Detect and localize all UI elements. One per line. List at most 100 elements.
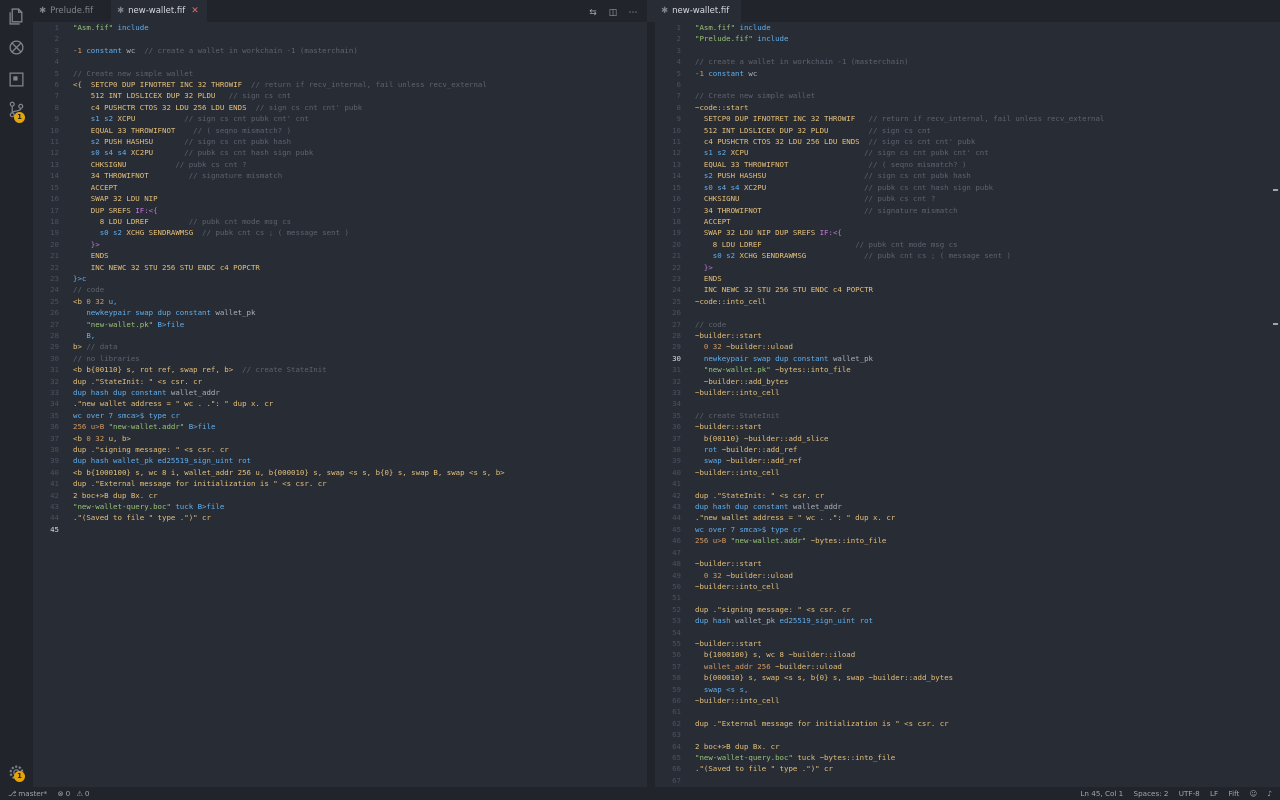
code-line[interactable]: 48 ~builder::start [655,558,1280,569]
code-line[interactable]: 39 dup hash wallet_pk ed25519_sign_uint r… [33,455,647,466]
code-line[interactable]: 30 // no libraries [33,353,647,364]
code-line[interactable]: 28 B, [33,330,647,341]
right-code-editor[interactable]: 1 "Asm.fif" include 2 "Prelude.fif" include… [655,22,1280,787]
code-line[interactable]: 3 -1 constant wc // create a wallet in wo… [33,45,647,56]
code-line[interactable]: 37 b{00110} ~builder::add_slice [655,433,1280,444]
branch-name[interactable]: master* [18,789,47,798]
code-line[interactable]: 41 [655,478,1280,489]
code-line[interactable]: 31 "new-wallet.pk" ~bytes::into_file [655,364,1280,375]
code-line[interactable]: 2 [33,33,647,44]
code-line[interactable]: 30 newkeypair swap dup constant wallet_p… [655,353,1280,364]
code-line[interactable]: 55 ~builder::start [655,638,1280,649]
feedback-icon[interactable]: ☺ [1250,789,1258,798]
code-line[interactable]: 44 ."new wallet address = " wc . .": " du… [655,512,1280,523]
code-line[interactable]: 38 dup ."signing message: " <s csr. cr [33,444,647,455]
code-line[interactable]: 8 c4 PUSHCTR CTOS 32 LDU 256 LDU ENDS //… [33,102,647,113]
code-line[interactable]: 15 s0 s4 s4 XC2PU // pubk cs cnt hash si… [655,182,1280,193]
code-line[interactable]: 27 // code [655,319,1280,330]
extensions-icon[interactable] [8,71,25,88]
code-line[interactable]: 19 SWAP 32 LDU NIP DUP SREFS IF:<{ [655,227,1280,238]
code-line[interactable]: 23 ENDS [655,273,1280,284]
code-line[interactable]: 57 wallet_addr 256 ~builder::uload [655,661,1280,672]
code-line[interactable]: 7 512 INT LDSLICEX DUP 32 PLDU // sign c… [33,90,647,101]
code-line[interactable]: 22 INC NEWC 32 STU 256 STU ENDC c4 POPCT… [33,262,647,273]
code-line[interactable]: 40 ~builder::into_cell [655,467,1280,478]
open-changes-icon[interactable]: ⇆ [583,2,603,24]
explorer-icon[interactable] [8,8,25,25]
code-line[interactable]: 16 SWAP 32 LDU NIP [33,193,647,204]
code-line[interactable]: 29 0 32 ~builder::uload [655,341,1280,352]
code-line[interactable]: 40 <b b{1000100} s, wc 8 i, wallet_addr 2… [33,467,647,478]
code-line[interactable]: 54 [655,627,1280,638]
code-line[interactable]: 53 dup hash wallet_pk ed25519_sign_uint r… [655,615,1280,626]
code-line[interactable]: 59 swap <s s, [655,684,1280,695]
code-line[interactable]: 22 }> [655,262,1280,273]
split-editor-icon[interactable]: ◫ [603,2,623,24]
code-line[interactable]: 43 "new-wallet-query.boc" tuck B>file [33,501,647,512]
code-line[interactable]: 39 swap ~builder::add_ref [655,455,1280,466]
code-line[interactable]: 10 512 INT LDSLICEX DUP 32 PLDU // sign … [655,125,1280,136]
code-line[interactable]: 35 // create StateInit [655,410,1280,421]
code-line[interactable]: 37 <b 0 32 u, b> [33,433,647,444]
code-line[interactable]: 16 CHKSIGNU // pubk cs cnt ? [655,193,1280,204]
warning-icon[interactable]: ⚠ [76,789,82,798]
code-line[interactable]: 12 s1 s2 XCPU // sign cs cnt pubk cnt' c… [655,147,1280,158]
code-line[interactable]: 27 "new-wallet.pk" B>file [33,319,647,330]
code-line[interactable]: 24 INC NEWC 32 STU 256 STU ENDC c4 POPCT… [655,284,1280,295]
code-line[interactable]: 51 [655,592,1280,603]
code-line[interactable]: 60 ~builder::into_cell [655,695,1280,706]
error-icon[interactable]: ⊗ [58,789,64,798]
tab-new-wallet-fif-right[interactable]: ✱ new-wallet.fif [655,0,741,22]
code-line[interactable]: 42 dup ."StateInit: " <s csr. cr [655,490,1280,501]
encoding[interactable]: UTF-8 [1179,789,1200,798]
code-line[interactable]: 66 ."(Saved to file " type .")" cr [655,763,1280,774]
code-line[interactable]: 65 "new-wallet-query.boc" tuck ~bytes::in… [655,752,1280,763]
code-line[interactable]: 62 dup ."External message for initializat… [655,718,1280,729]
code-line[interactable]: 38 rot ~builder::add_ref [655,444,1280,455]
editor-sash[interactable] [647,22,655,787]
debug-icon[interactable] [8,39,25,56]
tab-prelude-fif[interactable]: ✱ Prelude.fif [33,0,111,22]
code-line[interactable]: 32 dup ."StateInit: " <s csr. cr [33,376,647,387]
code-line[interactable]: 36 ~builder::start [655,421,1280,432]
code-line[interactable]: 43 dup hash dup constant wallet_addr [655,501,1280,512]
code-line[interactable]: 10 EQUAL 33 THROWIFNOT // ( seqno mismat… [33,125,647,136]
code-line[interactable]: 19 s0 s2 XCHG SENDRAWMSG // pubk cnt cs … [33,227,647,238]
end-of-line[interactable]: LF [1210,789,1218,798]
code-line[interactable]: 15 ACCEPT [33,182,647,193]
close-icon[interactable]: ✕ [191,6,199,16]
code-line[interactable]: 26 [655,307,1280,318]
code-line[interactable]: 25 ~code::into_cell [655,296,1280,307]
code-line[interactable]: 61 [655,706,1280,717]
left-code-editor[interactable]: 1 "Asm.fif" include 2 3 -1 constant wc // cr… [33,22,647,787]
code-line[interactable]: 21 ENDS [33,250,647,261]
code-line[interactable]: 33 dup hash dup constant wallet_addr [33,387,647,398]
code-line[interactable]: 52 dup ."signing message: " <s csr. cr [655,604,1280,615]
code-line[interactable]: 5 // Create new simple wallet [33,68,647,79]
code-line[interactable]: 35 wc over 7 smca>$ type cr [33,410,647,421]
code-line[interactable]: 7 // Create new simple wallet [655,90,1280,101]
code-line[interactable]: 44 ."(Saved to file " type .")" cr [33,512,647,523]
code-line[interactable]: 3 [655,45,1280,56]
code-line[interactable]: 24 // code [33,284,647,295]
code-line[interactable]: 42 2 boc+>B dup Bx. cr [33,490,647,501]
code-line[interactable]: 13 CHKSIGNU // pubk cs cnt ? [33,159,647,170]
code-line[interactable]: 20 8 LDU LDREF // pubk cnt mode msg cs [655,239,1280,250]
code-line[interactable]: 13 EQUAL 33 THROWIFNOT // ( seqno mismat… [655,159,1280,170]
code-line[interactable]: 41 dup ."External message for initializat… [33,478,647,489]
language-mode[interactable]: Fift [1228,789,1239,798]
code-line[interactable]: 25 <b 0 32 u, [33,296,647,307]
code-line[interactable]: 11 c4 PUSHCTR CTOS 32 LDU 256 LDU ENDS /… [655,136,1280,147]
tab-new-wallet-fif[interactable]: ✱ new-wallet.fif ✕ [111,0,207,22]
code-line[interactable]: 45 [33,524,647,535]
code-line[interactable]: 29 b> // data [33,341,647,352]
code-line[interactable]: 14 34 THROWIFNOT // signature mismatch [33,170,647,181]
code-line[interactable]: 36 256 u>B "new-wallet.addr" B>file [33,421,647,432]
code-line[interactable]: 47 [655,547,1280,558]
code-line[interactable]: 9 s1 s2 XCPU // sign cs cnt pubk cnt' cn… [33,113,647,124]
notifications-bell-icon[interactable]: ♪ [1267,789,1272,798]
code-line[interactable]: 18 8 LDU LDREF // pubk cnt mode msg cs [33,216,647,227]
code-line[interactable]: 46 256 u>B "new-wallet.addr" ~bytes::into… [655,535,1280,546]
code-line[interactable]: 34 ."new wallet address = " wc . .": " du… [33,398,647,409]
cursor-position[interactable]: Ln 45, Col 1 [1080,789,1123,798]
